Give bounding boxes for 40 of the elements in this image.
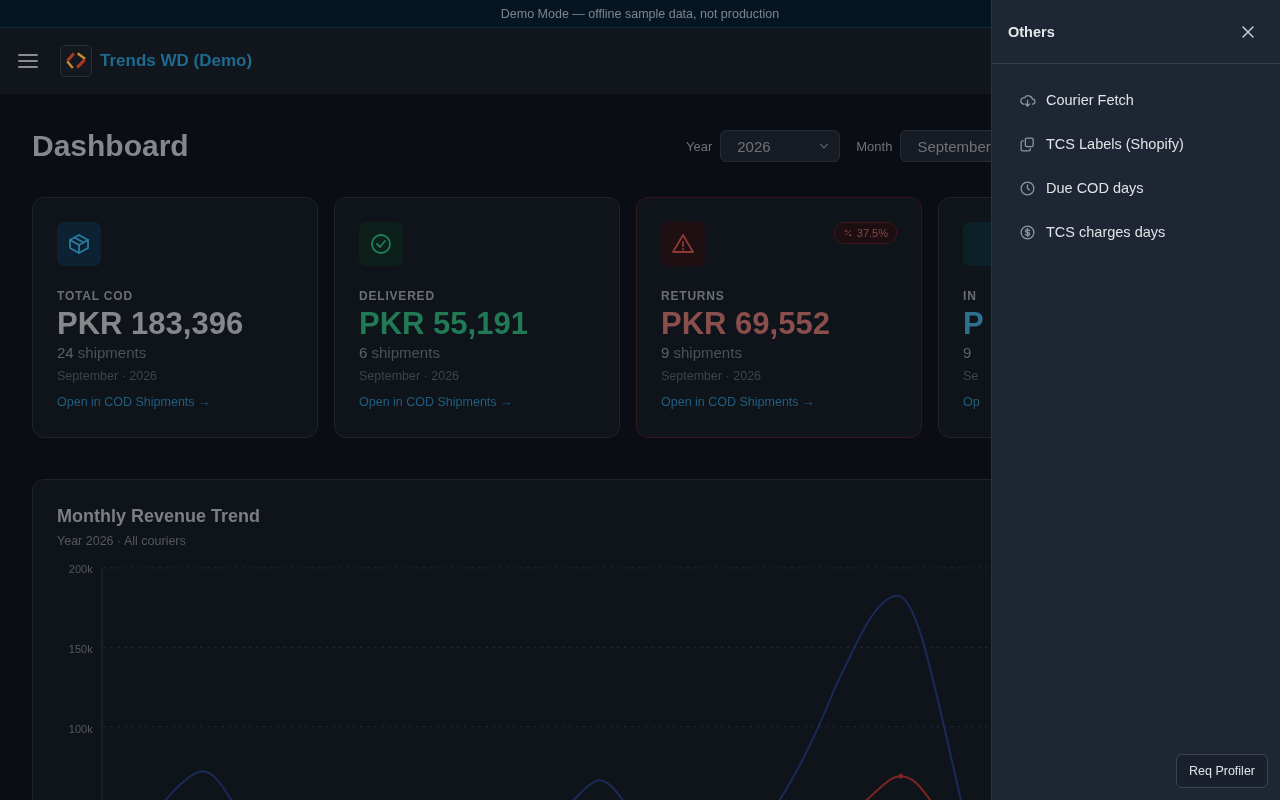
page-title: Dashboard (32, 129, 190, 163)
drawer-title: Others (1008, 23, 1055, 40)
shipments-link[interactable]: Open in COD Shipments → (57, 395, 293, 409)
shipment-count: 9 (963, 344, 973, 361)
chart-title: Monthly Revenue Trend (57, 506, 262, 527)
banner-text: Demo Mode — offline sample data, not production (500, 6, 780, 21)
axis-tick-label: 200k (68, 562, 93, 577)
stat-value: P (963, 306, 985, 342)
dollar-circle-icon (1019, 223, 1036, 241)
stat-label: DELIVERED (359, 289, 436, 303)
check-circle-icon (369, 232, 393, 256)
filter-label: Year (686, 138, 713, 154)
stat-value: PKR 69,552 (661, 306, 831, 342)
shipment-count: 24 shipments (57, 344, 148, 361)
brand-name[interactable]: Trends WD (Demo) (100, 51, 253, 71)
axis-tick-label: 100k (68, 722, 93, 737)
menu-item[interactable]: Courier Fetch (1019, 78, 1280, 122)
stat-label: IN (963, 289, 978, 303)
stat-label: TOTAL COD (57, 289, 134, 303)
clock-icon (1019, 179, 1036, 197)
copy-icon (1019, 135, 1036, 153)
percent-badge: 37.5% (833, 222, 897, 244)
chart-subtitle: Year 2026 · All couriers (57, 534, 187, 548)
shipment-count: 6 shipments (359, 344, 441, 361)
stat-value: PKR 55,191 (359, 306, 529, 342)
stat-label: RETURNS (661, 289, 726, 303)
axis-tick-label: 150k (68, 642, 93, 657)
shipment-count: 9 shipments (661, 344, 743, 361)
shipments-link[interactable]: Open in COD Shipments → (661, 395, 897, 409)
filter-label: Month (856, 138, 893, 154)
shipments-link[interactable]: Open in COD Shipments → (359, 395, 595, 409)
stat-value: PKR 183,396 (57, 306, 245, 342)
box-icon (67, 232, 91, 256)
warning-icon (671, 232, 695, 256)
menu-item[interactable]: Due COD days (1019, 166, 1280, 210)
logo-icon (60, 45, 92, 77)
percent-icon (842, 228, 853, 238)
req-profiler-button[interactable]: Req Profiler (1176, 754, 1268, 788)
select-field[interactable]: 2026 (720, 130, 841, 162)
menu-item[interactable]: TCS charges days (1019, 210, 1280, 254)
